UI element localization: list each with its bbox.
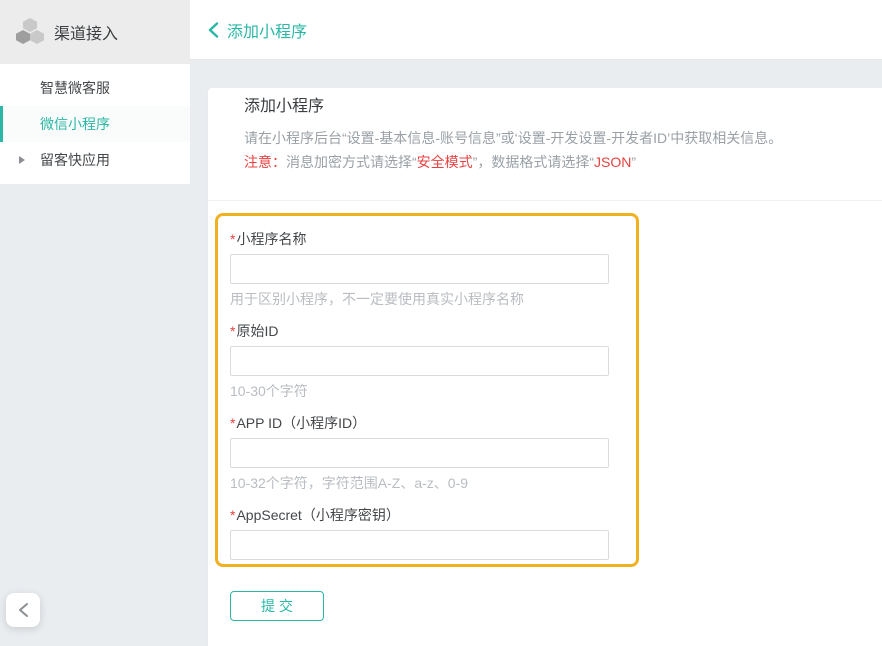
sidebar-item-label: 留客快应用	[40, 152, 110, 168]
card-description: 请在小程序后台“设置-基本信息-账号信息”或‘设置-开发设置-开发者ID’中获取…	[244, 128, 846, 148]
field-label-text: 小程序名称	[236, 231, 306, 247]
field-hint: 用于区别小程序，不一定要使用真实小程序名称	[230, 291, 636, 307]
sidebar-title: 渠道接入	[54, 20, 118, 44]
back-link[interactable]: 添加小程序	[208, 18, 307, 42]
sidebar-item-wechat-miniprogram[interactable]: 微信小程序	[0, 106, 190, 142]
card-note: 注意：消息加密方式请选择“安全模式”，数据格式请选择“JSON”	[244, 152, 846, 172]
field-label: *小程序名称	[230, 231, 636, 247]
form-highlight-box: *小程序名称 用于区别小程序，不一定要使用真实小程序名称 *原始ID 10-30…	[215, 213, 639, 567]
note-highlight-secure-mode: 安全模式	[417, 154, 473, 170]
card-title: 添加小程序	[244, 96, 846, 118]
required-asterisk: *	[230, 323, 235, 339]
original-id-input[interactable]	[230, 346, 609, 376]
field-label-text: 原始ID	[236, 323, 278, 339]
sidebar-item-quickapp[interactable]: 留客快应用	[0, 142, 190, 178]
main-area: 添加小程序 添加小程序 请在小程序后台“设置-基本信息-账号信息”或‘设置-开发…	[190, 0, 882, 646]
sidebar-header: 渠道接入	[0, 0, 190, 64]
hexagon-cluster-icon	[16, 18, 44, 46]
note-text: ”	[631, 154, 636, 170]
field-app-secret: *AppSecret（小程序密钥）	[230, 507, 636, 560]
sidebar-item-label: 智慧微客服	[40, 80, 110, 96]
sidebar: 渠道接入 智慧微客服 微信小程序 留客快应用	[0, 0, 190, 646]
field-app-id: *APP ID（小程序ID） 10-32个字符，字符范围A-Z、a-z、0-9	[230, 415, 636, 491]
field-hint: 10-30个字符	[230, 383, 636, 399]
miniprogram-name-input[interactable]	[230, 254, 609, 284]
note-text: 消息加密方式请选择“	[286, 154, 417, 170]
sidebar-item-label: 微信小程序	[40, 116, 110, 132]
app-id-input[interactable]	[230, 438, 609, 468]
submit-button[interactable]: 提 交	[230, 591, 324, 621]
field-original-id: *原始ID 10-30个字符	[230, 323, 636, 399]
field-label-text: AppSecret（小程序密钥）	[236, 507, 399, 523]
note-prefix: 注意：	[244, 154, 286, 170]
form-area: *小程序名称 用于区别小程序，不一定要使用真实小程序名称 *原始ID 10-30…	[208, 201, 882, 621]
field-miniprogram-name: *小程序名称 用于区别小程序，不一定要使用真实小程序名称	[230, 231, 636, 307]
required-asterisk: *	[230, 507, 235, 523]
field-hint: 10-32个字符，字符范围A-Z、a-z、0-9	[230, 475, 636, 491]
field-label: *AppSecret（小程序密钥）	[230, 507, 636, 523]
note-text: ”，数据格式请选择“	[473, 154, 594, 170]
required-asterisk: *	[230, 231, 235, 247]
add-miniprogram-card: 添加小程序 请在小程序后台“设置-基本信息-账号信息”或‘设置-开发设置-开发者…	[208, 88, 882, 646]
app-secret-input[interactable]	[230, 530, 609, 560]
triangle-right-icon	[19, 156, 25, 164]
chevron-left-icon	[18, 602, 29, 618]
sidebar-menu: 智慧微客服 微信小程序 留客快应用	[0, 64, 190, 184]
card-header: 添加小程序 请在小程序后台“设置-基本信息-账号信息”或‘设置-开发设置-开发者…	[208, 88, 882, 172]
required-asterisk: *	[230, 415, 235, 431]
field-label-text: APP ID（小程序ID）	[236, 415, 366, 431]
topbar: 添加小程序	[190, 0, 882, 60]
sidebar-collapse-button[interactable]	[6, 593, 40, 627]
field-label: *原始ID	[230, 323, 636, 339]
back-link-label: 添加小程序	[227, 18, 307, 42]
note-highlight-json: JSON	[594, 154, 631, 170]
sidebar-item-smart-wechat-service[interactable]: 智慧微客服	[0, 70, 190, 106]
field-label: *APP ID（小程序ID）	[230, 415, 636, 431]
chevron-left-icon	[208, 22, 219, 38]
